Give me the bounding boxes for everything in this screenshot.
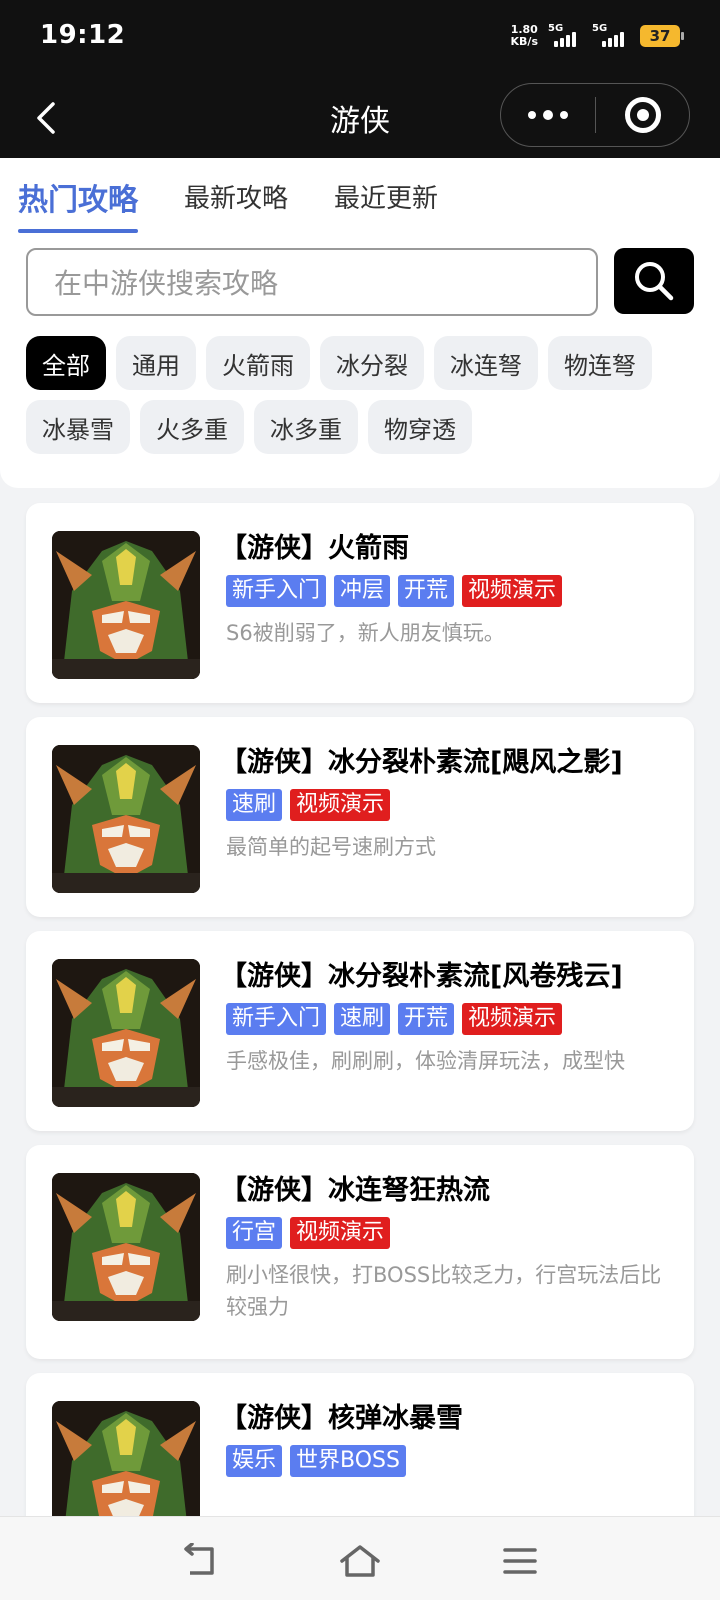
tag: 开荒 bbox=[398, 1003, 455, 1035]
tag-list: 速刷 视频演示 bbox=[226, 789, 674, 821]
guide-desc: 刷小怪很快，打BOSS比较乏力，行宫玩法后比较强力 bbox=[226, 1263, 662, 1319]
search-icon bbox=[635, 262, 674, 301]
tag: 速刷 bbox=[334, 1003, 391, 1035]
net-speed: 1.80 KB/s bbox=[510, 23, 538, 48]
guide-card[interactable]: 【游侠】冰分裂朴素流[风卷残云] 新手入门 速刷 开荒 视频演示 手感极佳，刷刷… bbox=[26, 931, 694, 1131]
status-time: 19:12 bbox=[40, 20, 126, 50]
tab-bar: 热门攻略 最新攻略 最近更新 bbox=[18, 178, 438, 233]
dot-icon bbox=[560, 111, 568, 119]
filter-chip[interactable]: 物穿透 bbox=[368, 400, 472, 454]
target-icon bbox=[624, 97, 661, 133]
guide-title: 【游侠】核弹冰暴雪 bbox=[220, 1403, 463, 1434]
status-bar: 19:12 1.80 KB/s 5G 5G 37 bbox=[0, 0, 720, 78]
guide-title: 【游侠】冰连弩狂热流 bbox=[220, 1175, 490, 1206]
guide-title: 【游侠】火箭雨 bbox=[220, 533, 409, 564]
guide-card[interactable]: 【游侠】冰分裂朴素流[飓风之影] 速刷 视频演示 最简单的起号速刷方式 bbox=[26, 717, 694, 917]
guide-desc: 手感极佳，刷刷刷，体验清屏玩法，成型快 bbox=[226, 1049, 625, 1073]
ranger-avatar bbox=[52, 959, 200, 1107]
guide-desc: 最简单的起号速刷方式 bbox=[226, 835, 436, 859]
tab-latest-guides[interactable]: 最新攻略 bbox=[184, 178, 288, 233]
home-icon bbox=[340, 1545, 380, 1577]
menu-icon bbox=[503, 1548, 537, 1574]
filter-chip[interactable]: 火多重 bbox=[140, 400, 244, 454]
tag-list: 新手入门 速刷 开荒 视频演示 bbox=[226, 1003, 674, 1035]
back-arrow-icon bbox=[184, 1543, 214, 1575]
ranger-avatar bbox=[52, 745, 200, 893]
tag: 开荒 bbox=[398, 575, 455, 607]
tag: 新手入门 bbox=[226, 1003, 327, 1035]
tag-video: 视频演示 bbox=[290, 789, 391, 821]
tag: 速刷 bbox=[226, 789, 283, 821]
system-nav-bar bbox=[0, 1516, 720, 1600]
signal-icon: 5G bbox=[548, 23, 582, 47]
filter-chip[interactable]: 冰分裂 bbox=[320, 336, 424, 390]
home-nav-button[interactable] bbox=[332, 1533, 388, 1589]
close-button[interactable] bbox=[596, 84, 689, 146]
dot-icon bbox=[528, 111, 536, 119]
nav-bar: 游侠 bbox=[0, 78, 720, 158]
signal-icon-2: 5G bbox=[592, 23, 630, 47]
filter-chip[interactable]: 火箭雨 bbox=[206, 336, 310, 390]
ranger-avatar bbox=[52, 531, 200, 679]
ranger-avatar bbox=[52, 1173, 200, 1321]
guide-card[interactable]: 【游侠】火箭雨 新手入门 冲层 开荒 视频演示 S6被削弱了，新人朋友慎玩。 bbox=[26, 503, 694, 703]
dot-icon bbox=[543, 110, 553, 120]
tag-list: 行宫 视频演示 bbox=[226, 1217, 674, 1249]
guide-title: 【游侠】冰分裂朴素流[飓风之影] bbox=[220, 747, 623, 778]
search-input[interactable]: 在中游侠搜索攻略 bbox=[26, 248, 598, 316]
tag-video: 视频演示 bbox=[462, 1003, 563, 1035]
back-nav-button[interactable] bbox=[172, 1533, 228, 1589]
filter-chips: 全部 通用 火箭雨 冰分裂 冰连弩 物连弩 冰暴雪 火多重 冰多重 物穿透 bbox=[26, 336, 696, 454]
header-panel: 热门攻略 最新攻略 最近更新 在中游侠搜索攻略 全部 通用 火箭雨 冰分裂 冰连… bbox=[0, 158, 720, 488]
search-button[interactable] bbox=[614, 248, 694, 314]
tag-video: 视频演示 bbox=[290, 1217, 391, 1249]
tag-list: 新手入门 冲层 开荒 视频演示 bbox=[226, 575, 674, 607]
tab-recently-updated[interactable]: 最近更新 bbox=[334, 178, 438, 233]
tag: 世界BOSS bbox=[290, 1445, 406, 1477]
filter-chip[interactable]: 通用 bbox=[116, 336, 196, 390]
filter-chip[interactable]: 冰多重 bbox=[254, 400, 358, 454]
guide-list: 【游侠】火箭雨 新手入门 冲层 开荒 视频演示 S6被削弱了，新人朋友慎玩。 【… bbox=[26, 503, 694, 1587]
tag: 冲层 bbox=[334, 575, 391, 607]
guide-card[interactable]: 【游侠】冰连弩狂热流 行宫 视频演示 刷小怪很快，打BOSS比较乏力，行宫玩法后… bbox=[26, 1145, 694, 1359]
tag: 娱乐 bbox=[226, 1445, 283, 1477]
filter-chip[interactable]: 冰暴雪 bbox=[26, 400, 130, 454]
tag: 行宫 bbox=[226, 1217, 283, 1249]
menu-nav-button[interactable] bbox=[492, 1533, 548, 1589]
filter-chip-all[interactable]: 全部 bbox=[26, 336, 106, 390]
mini-program-capsule bbox=[500, 83, 690, 147]
status-icons: 1.80 KB/s 5G 5G 37 bbox=[510, 23, 684, 48]
filter-chip[interactable]: 冰连弩 bbox=[434, 336, 538, 390]
tag-video: 视频演示 bbox=[462, 575, 563, 607]
guide-desc: S6被削弱了，新人朋友慎玩。 bbox=[226, 621, 505, 645]
tab-hot-guides[interactable]: 热门攻略 bbox=[18, 175, 138, 233]
filter-chip[interactable]: 物连弩 bbox=[548, 336, 652, 390]
search-placeholder: 在中游侠搜索攻略 bbox=[54, 267, 279, 300]
guide-title: 【游侠】冰分裂朴素流[风卷残云] bbox=[220, 961, 623, 992]
tag-list: 娱乐 世界BOSS bbox=[226, 1445, 674, 1477]
more-button[interactable] bbox=[501, 84, 595, 146]
tag: 新手入门 bbox=[226, 575, 327, 607]
battery-icon: 37 bbox=[640, 25, 684, 47]
